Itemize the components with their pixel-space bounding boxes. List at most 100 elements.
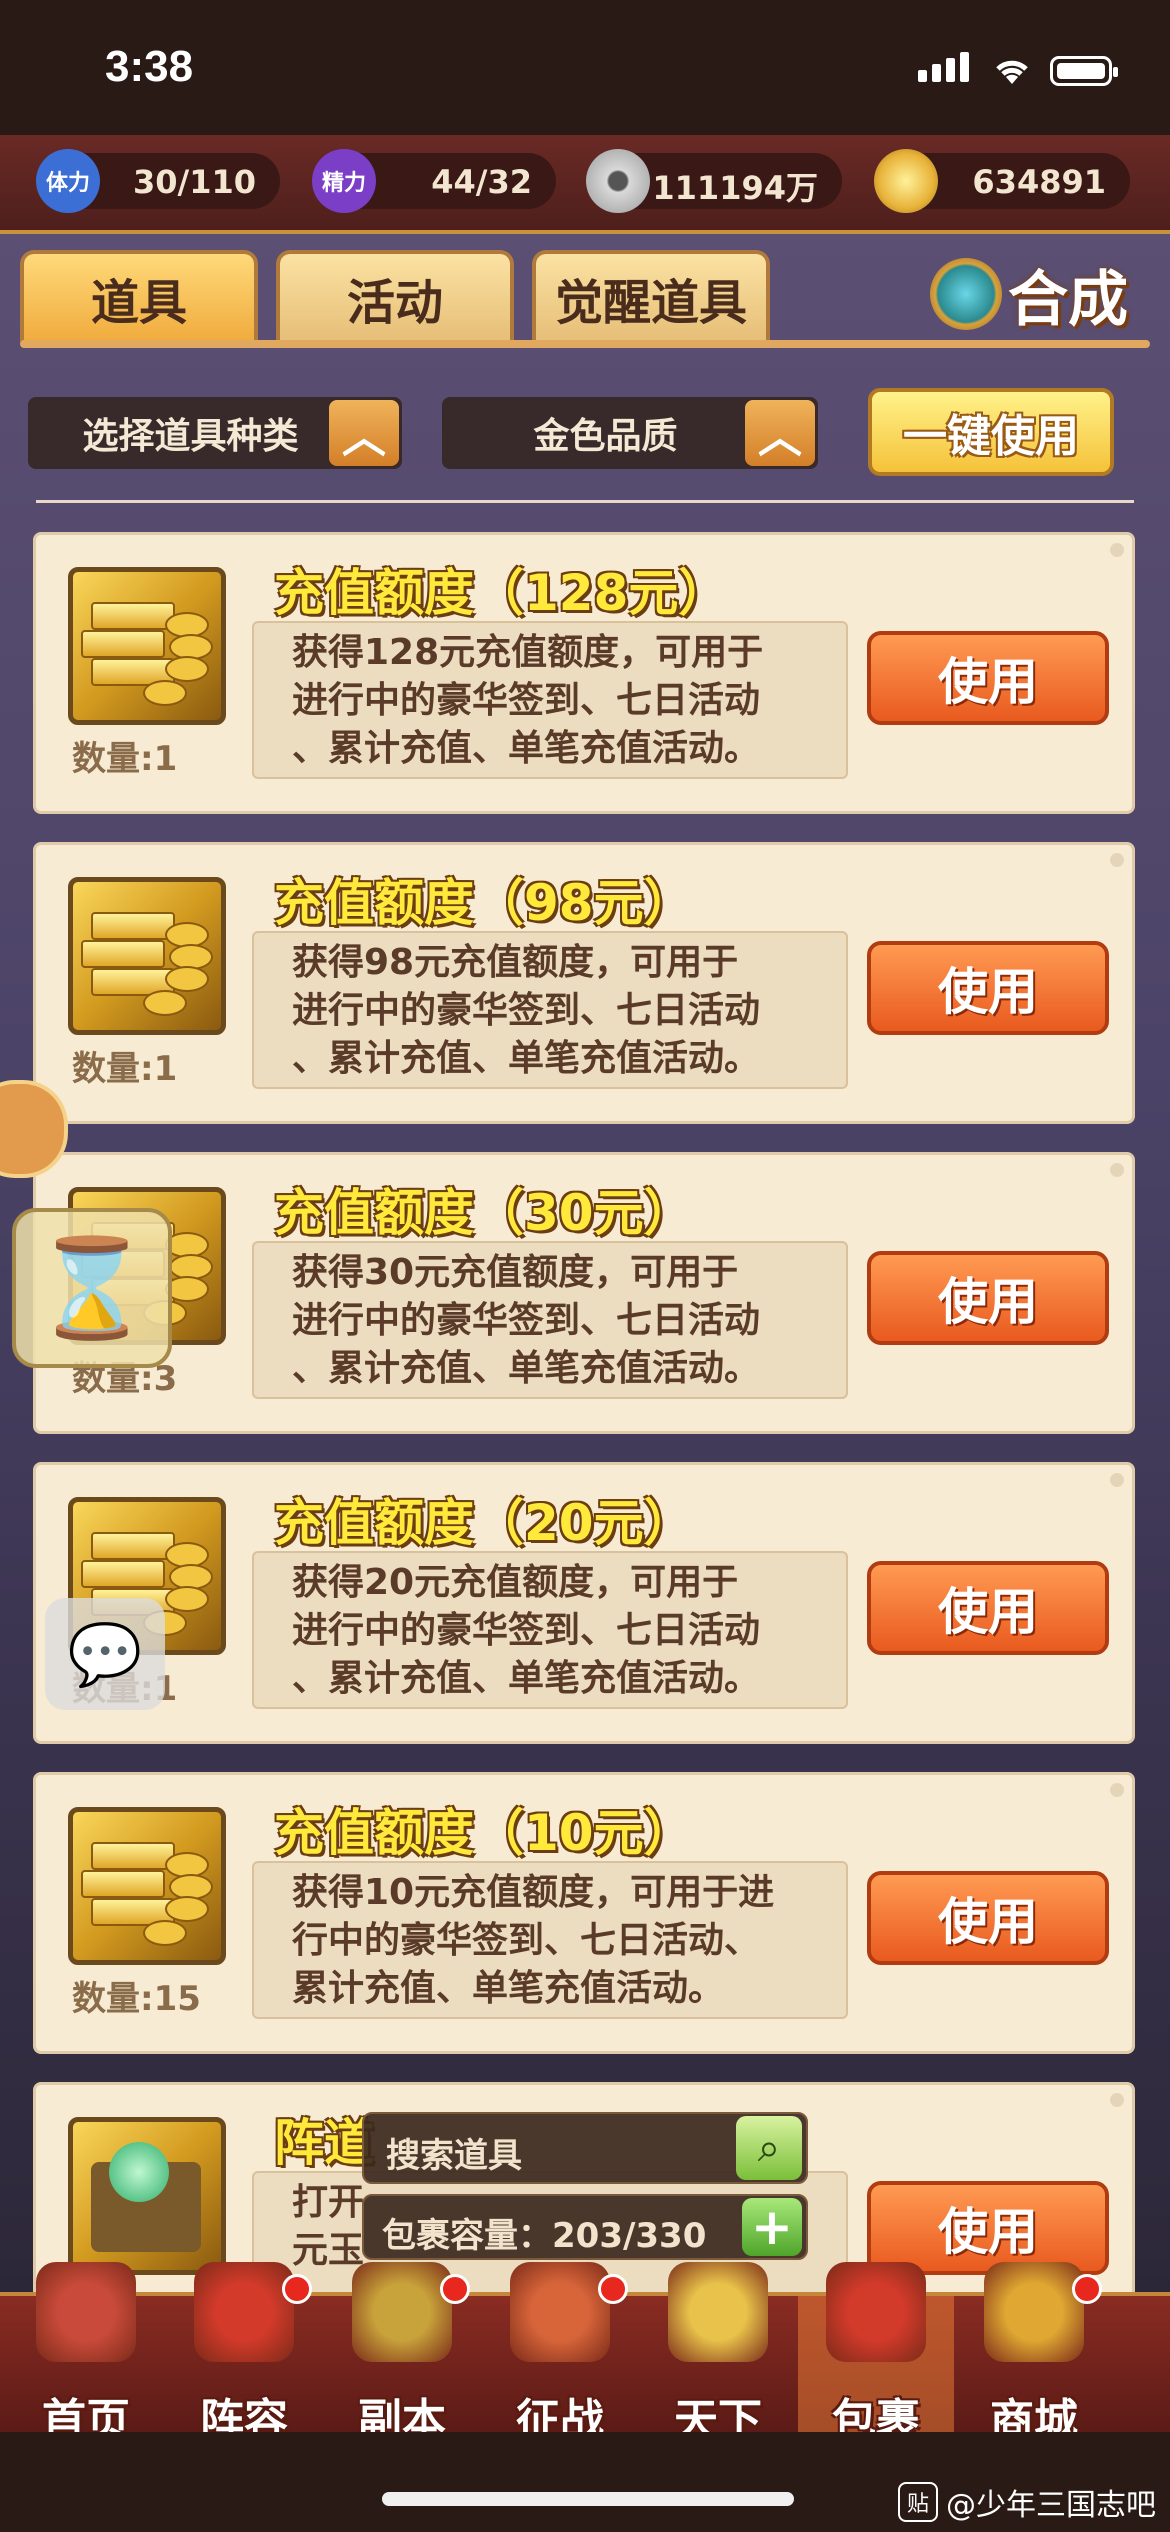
search-input[interactable]: 搜索道具 [386, 2128, 522, 2177]
energy-counter[interactable]: 精力 44/32 [312, 149, 556, 213]
gold-bars-icon [68, 567, 226, 725]
status-icons [918, 52, 1118, 86]
shop-icon [984, 2262, 1084, 2362]
tab-underline [20, 340, 1150, 348]
stamina-value: 30/110 [132, 163, 256, 201]
nav-item-shop[interactable]: 商城 [956, 2262, 1112, 2446]
world-icon [668, 2262, 768, 2362]
wifi-icon [992, 56, 1032, 86]
item-type-filter[interactable]: 选择道具种类 ︿ [28, 397, 402, 469]
tab-awaken-items[interactable]: 觉醒道具 [532, 250, 770, 342]
item-description-line: 进行中的豪华签到、七日活动 [292, 1300, 761, 1341]
use-button[interactable]: 使用 [867, 1561, 1109, 1655]
item-description: 获得98元充值额度，可用于 进行中的豪华签到、七日活动 、累计充值、单笔充值活动。 [252, 931, 848, 1089]
use-button[interactable]: 使用 [867, 941, 1109, 1035]
search-icon[interactable]: ⌕ [736, 2116, 802, 2180]
tab-activity[interactable]: 活动 [276, 250, 514, 342]
dungeon-icon [352, 2262, 452, 2362]
item-title: 充值额度（98元） [274, 874, 694, 932]
item-card: 数量:3 充值额度（30元） 获得30元充值额度，可用于 进行中的豪华签到、七日活动、… [33, 1152, 1135, 1434]
item-description-line: 累计充值、单笔充值活动。 [292, 1968, 725, 2009]
card-corner [1110, 1163, 1124, 1177]
copper-counter[interactable]: 111194万 [586, 149, 842, 213]
divider [36, 500, 1134, 503]
bottom-nav: 首页 阵容 副本 征战 天下 包裹 商城 [0, 2262, 1170, 2446]
item-quantity: 数量:1 [72, 739, 178, 779]
item-title: 阵道 [274, 2114, 374, 2172]
battery-icon [1050, 56, 1118, 86]
paw-logo-icon: 贴 [898, 2482, 938, 2522]
watermark-text: @少年三国志吧 [946, 2488, 1156, 2523]
gold-value: 634891 [972, 163, 1106, 201]
nav-item-lineup[interactable]: 阵容 [166, 2262, 322, 2446]
nav-item-battle[interactable]: 征战 [482, 2262, 638, 2446]
energy-icon: 精力 [312, 149, 376, 213]
nav-item-dungeon[interactable]: 副本 [324, 2262, 480, 2446]
card-corner [1110, 543, 1124, 557]
item-description: 获得20元充值额度，可用于 进行中的豪华签到、七日活动 、累计充值、单笔充值活动。 [252, 1551, 848, 1709]
item-description: 获得128元充值额度，可用于 进行中的豪华签到、七日活动 、累计充值、单笔充值活动。 [252, 621, 848, 779]
copper-value: 111194万 [652, 169, 818, 207]
item-card: 数量:1充值额度（20元）获得20元充值额度，可用于进行中的豪华签到、七日活动、… [33, 1462, 1135, 1744]
item-description-line: 获得20元充值额度，可用于 [292, 1562, 739, 1603]
chevron-up-icon[interactable]: ︿ [745, 400, 815, 466]
item-title: 充值额度（30元） [274, 1184, 694, 1242]
item-description-line: 获得98元充值额度，可用于 [292, 942, 739, 983]
gold-bars-icon [68, 1807, 226, 1965]
use-button[interactable]: 使用 [867, 631, 1109, 725]
stamina-icon: 体力 [36, 149, 100, 213]
notification-dot [598, 2274, 628, 2304]
bag-icon [826, 2262, 926, 2362]
nav-item-home[interactable]: 首页 [8, 2262, 164, 2446]
item-description-line: 、累计充值、单笔充值活动。 [292, 1348, 761, 1389]
nav-item-bag[interactable]: 包裹 [798, 2262, 954, 2446]
item-description-line: 获得30元充值额度，可用于 [292, 1252, 739, 1293]
home-icon [36, 2262, 136, 2362]
compose-gear-icon [930, 258, 1002, 330]
gold-counter[interactable]: 634891 [874, 149, 1130, 213]
home-indicator[interactable] [382, 2492, 794, 2506]
hourglass-icon[interactable]: ⌛ [12, 1208, 172, 1368]
bag-capacity: 包裹容量：203/330 + [362, 2194, 808, 2260]
quality-label: 金色品质 [533, 416, 678, 457]
bag-capacity-label: 包裹容量：203/330 [382, 2216, 707, 2256]
status-bar: 3:38 [0, 0, 1170, 135]
quality-filter[interactable]: 金色品质 ︿ [442, 397, 818, 469]
gold-ingot-icon [874, 149, 938, 213]
stamina-counter[interactable]: 体力 30/110 [36, 149, 280, 213]
add-capacity-button[interactable]: + [742, 2198, 802, 2256]
watermark: 贴 @少年三国志吧 [898, 2480, 1156, 2524]
signal-icon [918, 52, 974, 86]
item-description: 获得10元充值额度，可用于进 行中的豪华签到、七日活动、 累计充值、单笔充值活动。 [252, 1861, 848, 2019]
use-button[interactable]: 使用 [867, 1251, 1109, 1345]
notification-dot [1072, 2274, 1102, 2304]
item-description-line: 、累计充值、单笔充值活动。 [292, 728, 761, 769]
nav-item-world[interactable]: 天下 [640, 2262, 796, 2446]
search-box[interactable]: 搜索道具 ⌕ [362, 2112, 808, 2184]
card-corner [1110, 2093, 1124, 2107]
chevron-up-icon[interactable]: ︿ [329, 400, 399, 466]
item-description: 获得30元充值额度，可用于 进行中的豪华签到、七日活动 、累计充值、单笔充值活动。 [252, 1241, 848, 1399]
card-corner [1110, 853, 1124, 867]
item-description-line: 、累计充值、单笔充值活动。 [292, 1658, 761, 1699]
gold-bars-icon [68, 877, 226, 1035]
compose-button[interactable]: 合成 [930, 248, 1140, 340]
item-description-line: 获得10元充值额度，可用于进 [292, 1872, 775, 1913]
use-button[interactable]: 使用 [867, 1871, 1109, 1965]
tab-items[interactable]: 道具 [20, 250, 258, 342]
item-quantity: 数量:1 [72, 1049, 178, 1089]
item-description-line: 获得128元充值额度，可用于 [292, 632, 764, 673]
use-button[interactable]: 使用 [867, 2181, 1109, 2275]
item-title: 充值额度（10元） [274, 1804, 694, 1862]
card-corner [1110, 1783, 1124, 1797]
item-type-label: 选择道具种类 [82, 416, 299, 457]
energy-value: 44/32 [431, 163, 532, 201]
one-key-use-button[interactable]: 一键使用 [868, 388, 1114, 476]
notification-dot [282, 2274, 312, 2304]
item-title: 充值额度（20元） [274, 1494, 694, 1552]
item-description-line: 进行中的豪华签到、七日活动 [292, 1610, 761, 1651]
chat-bubble-icon[interactable]: 💬 [45, 1598, 165, 1710]
item-card: 数量:15 充值额度（10元） 获得10元充值额度，可用于进 行中的豪华签到、七日活动… [33, 1772, 1135, 2054]
item-card: 数量:1 充值额度（98元） 获得98元充值额度，可用于 进行中的豪华签到、七日活动、… [33, 842, 1135, 1124]
gold-bars-icon [68, 2117, 226, 2275]
